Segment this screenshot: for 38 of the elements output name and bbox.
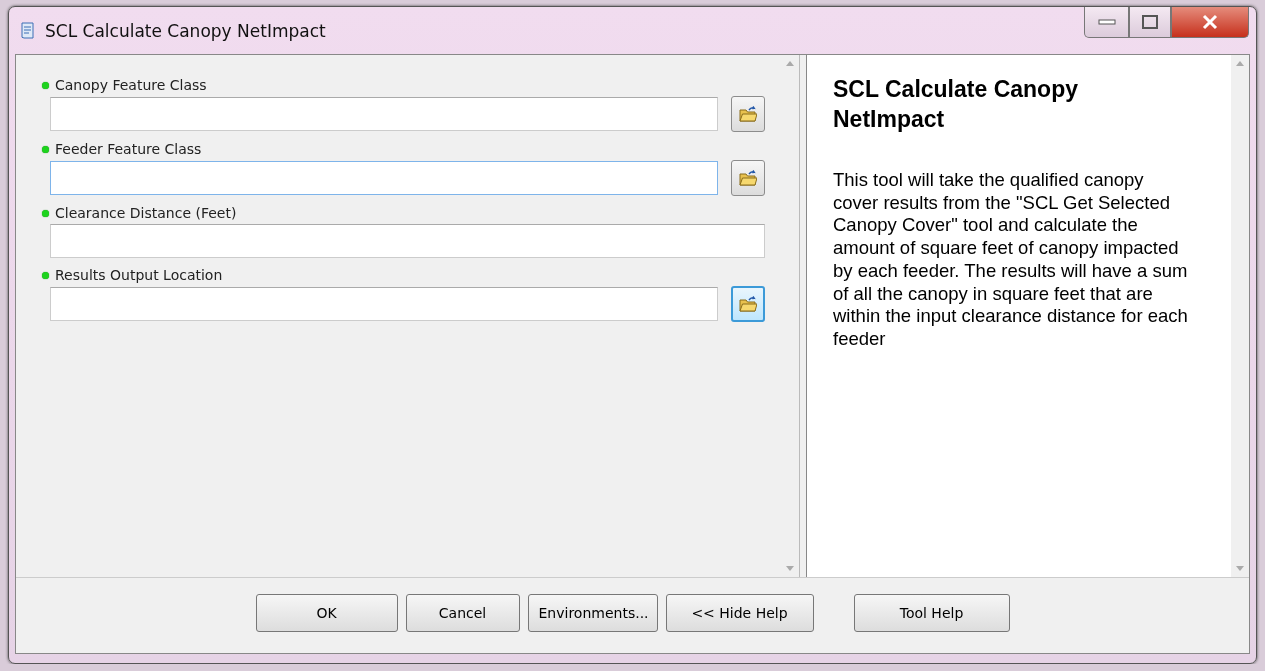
status-dot xyxy=(42,209,49,217)
browse-button[interactable] xyxy=(731,96,765,132)
input-field[interactable] xyxy=(50,224,765,258)
maximize-icon xyxy=(1142,15,1158,29)
parameter-label: Clearance Distance (Feet) xyxy=(55,205,237,221)
folder-icon xyxy=(739,106,757,122)
help-text: This tool will take the qualified canopy cover results from the "SCL Get Selected Canopy Cover" tool and calculate the amount of square feet of canopy impacted by each feeder. The results will have a sum of all the canopy in square feet that are within the input clearance distance for each feeder xyxy=(833,168,1189,351)
browse-button[interactable] xyxy=(731,286,765,322)
parameter-label: Results Output Location xyxy=(55,267,223,283)
scroll-icon xyxy=(19,19,37,42)
browse-button[interactable] xyxy=(731,160,765,196)
scrollbar[interactable] xyxy=(1231,55,1249,577)
down-arrow-icon xyxy=(786,566,794,571)
parameter-label: Feeder Feature Class xyxy=(55,141,202,157)
status-dot xyxy=(42,81,49,89)
close-icon xyxy=(1202,14,1218,30)
close-button[interactable] xyxy=(1171,7,1249,38)
maximize-button[interactable] xyxy=(1129,7,1171,38)
status-dot xyxy=(42,271,49,279)
minimize-button[interactable] xyxy=(1084,7,1129,38)
dialog-button[interactable]: Tool Help xyxy=(853,594,1010,632)
window-title: SCL Calculate Canopy NetImpact xyxy=(45,20,327,41)
folder-icon xyxy=(739,170,757,186)
input-field[interactable] xyxy=(50,97,718,131)
parameter-label: Canopy Feature Class xyxy=(55,77,207,93)
input-field[interactable] xyxy=(50,161,718,195)
dialog-button[interactable]: Environments... xyxy=(527,594,658,632)
folder-icon xyxy=(739,296,757,312)
input-field[interactable] xyxy=(50,287,718,321)
help-title: SCL Calculate Canopy NetImpact xyxy=(833,75,1079,134)
dialog-button[interactable]: << Hide Help xyxy=(665,594,814,632)
up-arrow-icon xyxy=(1236,61,1244,66)
down-arrow-icon xyxy=(1236,566,1244,571)
up-arrow-icon xyxy=(786,61,794,66)
status-dot xyxy=(42,145,49,153)
dialog-button[interactable]: OK xyxy=(255,594,398,632)
dialog-button[interactable]: Cancel xyxy=(405,594,520,632)
minimize-icon xyxy=(1097,19,1116,25)
